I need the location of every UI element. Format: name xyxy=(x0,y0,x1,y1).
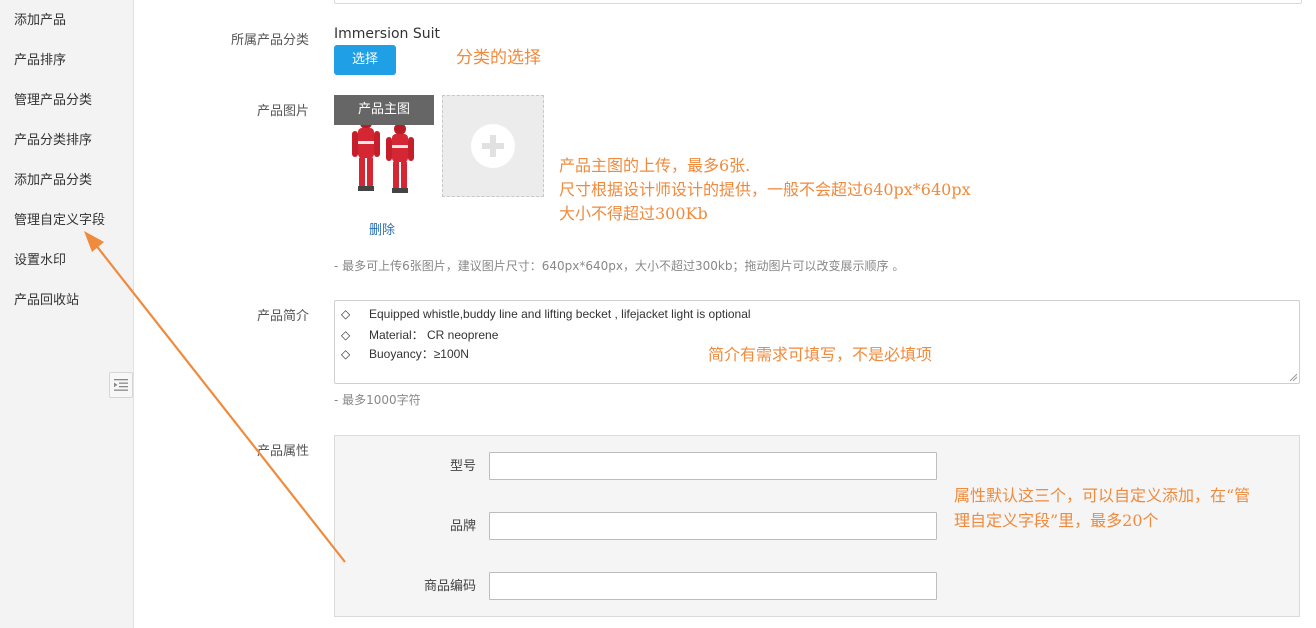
intro-line-text: Buoyancy：≥100N xyxy=(369,347,469,361)
brand-input[interactable] xyxy=(489,512,937,540)
model-input[interactable] xyxy=(489,452,937,480)
sidebar-item-watermark[interactable]: 设置水印 xyxy=(14,249,66,268)
previous-input-field[interactable] xyxy=(334,0,1302,4)
diamond-bullet-icon: ◇ xyxy=(341,328,351,342)
diamond-bullet-icon: ◇ xyxy=(341,347,351,361)
category-label: 所属产品分类 xyxy=(230,33,309,48)
sidebar-item-add-category[interactable]: 添加产品分类 xyxy=(14,169,92,188)
image-upload-button[interactable] xyxy=(442,95,544,197)
sidebar-item-product-sort[interactable]: 产品排序 xyxy=(14,49,66,68)
plus-icon xyxy=(471,124,515,168)
intro-line: ◇ Material： CR neoprene xyxy=(341,326,498,343)
image-annotation-line-3: 大小不得超过300Kb xyxy=(559,204,708,223)
sidebar-item-manage-categories[interactable]: 管理产品分类 xyxy=(14,89,92,108)
sidebar-item-category-sort[interactable]: 产品分类排序 xyxy=(14,129,92,148)
attributes-annotation-line-1: 属性默认这三个，可以自定义添加，在“管 xyxy=(954,486,1251,505)
delete-image-link[interactable]: 删除 xyxy=(369,219,395,238)
attr-label-sku: 商品编码 xyxy=(423,579,476,594)
intro-hint: - 最多1000字符 xyxy=(334,393,421,407)
intro-label: 产品简介 xyxy=(256,309,309,324)
images-label: 产品图片 xyxy=(256,104,309,119)
attributes-annotation-line-2: 理自定义字段”里，最多20个 xyxy=(954,511,1159,530)
attributes-label: 产品属性 xyxy=(256,444,309,459)
image-annotation-line-2: 尺寸根据设计师设计的提供，一般不会超过640px*640px xyxy=(559,180,971,199)
choose-category-button[interactable]: 选择 xyxy=(334,45,396,75)
category-value: Immersion Suit xyxy=(334,26,440,42)
main-content: 所属产品分类 Immersion Suit 选择 分类的选择 产品图片 产品主图… xyxy=(134,0,1316,628)
outdent-icon[interactable] xyxy=(109,372,133,398)
sidebar-item-custom-fields[interactable]: 管理自定义字段 xyxy=(14,209,105,228)
attr-label-brand: 品牌 xyxy=(449,519,476,534)
diamond-bullet-icon: ◇ xyxy=(341,307,351,321)
main-image-slot[interactable]: 产品主图 xyxy=(334,95,434,195)
sidebar: 添加产品 产品排序 管理产品分类 产品分类排序 添加产品分类 管理自定义字段 设… xyxy=(0,0,134,628)
sku-input[interactable] xyxy=(489,572,937,600)
main-image-badge: 产品主图 xyxy=(334,95,434,125)
intro-line-text: Equipped whistle,buddy line and lifting … xyxy=(369,307,751,321)
images-hint: - 最多可上传6张图片，建议图片尺寸：640px*640px，大小不超过300k… xyxy=(334,259,905,273)
intro-textarea[interactable]: ◇ Equipped whistle,buddy line and lifting… xyxy=(334,300,1300,384)
intro-line: ◇ Buoyancy：≥100N xyxy=(341,345,469,362)
intro-line-text: Material： CR neoprene xyxy=(369,328,499,342)
sidebar-item-add-product[interactable]: 添加产品 xyxy=(14,9,66,28)
category-annotation: 分类的选择 xyxy=(456,48,541,68)
intro-annotation: 简介有需求可填写，不是必填项 xyxy=(708,345,933,364)
image-annotation-line-1: 产品主图的上传，最多6张. xyxy=(559,156,751,175)
intro-line: ◇ Equipped whistle,buddy line and lifting… xyxy=(341,307,751,321)
resize-grip-icon[interactable] xyxy=(1289,373,1297,381)
sidebar-item-recycle-bin[interactable]: 产品回收站 xyxy=(14,289,79,308)
attr-label-model: 型号 xyxy=(449,459,476,474)
